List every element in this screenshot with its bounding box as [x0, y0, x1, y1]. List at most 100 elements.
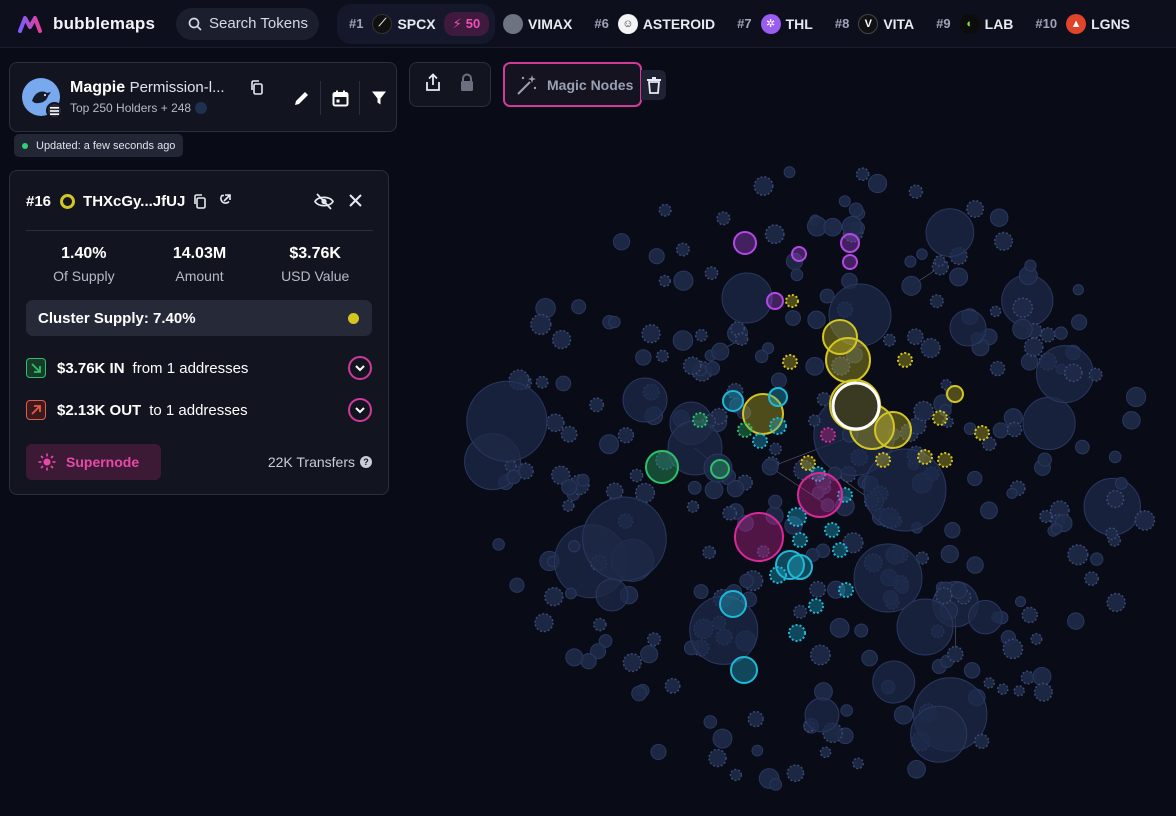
holder-bubble[interactable] — [1105, 527, 1119, 541]
holder-bubble[interactable] — [754, 349, 769, 364]
delete-button[interactable] — [641, 70, 666, 100]
holder-bubble[interactable] — [940, 544, 959, 564]
holder-bubble[interactable] — [809, 580, 827, 598]
holder-bubble[interactable] — [896, 598, 954, 656]
search-tokens-input[interactable]: Search Tokens — [176, 7, 319, 40]
hide-eye-icon[interactable] — [314, 193, 334, 215]
holder-bubble[interactable] — [829, 617, 850, 638]
cluster-bubble[interactable] — [737, 422, 753, 438]
holder-bubble[interactable] — [1115, 477, 1128, 490]
holder-bubble[interactable] — [764, 224, 785, 245]
holder-bubble[interactable] — [793, 604, 808, 619]
holder-bubble[interactable] — [989, 360, 1006, 377]
cluster-bubble[interactable] — [840, 233, 860, 253]
holder-bubble[interactable] — [721, 272, 773, 324]
holder-bubble[interactable] — [1108, 450, 1122, 464]
holder-bubble[interactable] — [867, 173, 888, 194]
cluster-bubble[interactable] — [946, 385, 964, 403]
holder-bubble[interactable] — [848, 202, 864, 218]
holder-bubble[interactable] — [704, 480, 724, 500]
holder-bubble[interactable] — [716, 211, 731, 226]
holder-bubble[interactable] — [819, 746, 832, 759]
cluster-bubble[interactable] — [974, 425, 990, 441]
holder-bubble[interactable] — [504, 459, 517, 472]
holder-bubble[interactable] — [993, 231, 1014, 251]
boost-badge[interactable]: ⚡ 50 — [443, 11, 490, 36]
holder-bubble[interactable] — [711, 342, 730, 361]
trending-item-8[interactable]: #8 V VITA — [835, 13, 914, 34]
holder-bubble[interactable] — [1012, 297, 1034, 318]
cluster-bubble[interactable] — [800, 455, 816, 471]
holder-bubble[interactable] — [933, 254, 946, 267]
holder-bubble[interactable] — [576, 473, 590, 487]
holder-bubble[interactable] — [761, 458, 779, 476]
holder-bubble[interactable] — [551, 329, 572, 350]
holder-bubble[interactable] — [565, 648, 584, 667]
holder-bubble[interactable] — [925, 208, 975, 257]
holder-bubble[interactable] — [631, 685, 648, 702]
cluster-bubble[interactable] — [645, 450, 679, 484]
holder-bubble[interactable] — [608, 315, 621, 329]
cluster-bubble[interactable] — [722, 390, 744, 412]
holder-bubble[interactable] — [1122, 411, 1141, 430]
holder-bubble[interactable] — [622, 377, 668, 423]
cluster-bubble[interactable] — [734, 512, 784, 562]
cluster-bubble[interactable] — [769, 417, 787, 435]
holder-bubble[interactable] — [545, 413, 565, 433]
cluster-supply-row[interactable]: Cluster Supply: 7.40% — [26, 300, 372, 336]
holder-bubble[interactable] — [901, 275, 922, 296]
holder-bubble[interactable] — [648, 248, 665, 265]
trending-item-9[interactable]: #9 ◐ LAB — [936, 13, 1013, 34]
holder-bubble[interactable] — [1071, 314, 1088, 331]
holder-bubble[interactable] — [916, 248, 928, 260]
calendar-button[interactable] — [321, 81, 359, 115]
chevron-down-icon[interactable] — [348, 356, 372, 380]
holder-bubble[interactable] — [686, 500, 700, 513]
holder-bubble[interactable] — [544, 586, 564, 607]
cluster-bubble[interactable] — [824, 522, 840, 538]
holder-bubble[interactable] — [966, 556, 984, 574]
holder-bubble[interactable] — [582, 496, 667, 582]
cluster-bubble[interactable] — [820, 427, 836, 443]
holder-bubble[interactable] — [1054, 326, 1068, 340]
holder-bubble[interactable] — [568, 540, 581, 553]
cluster-bubble[interactable] — [719, 590, 747, 618]
holder-bubble[interactable] — [664, 677, 681, 694]
holder-bubble[interactable] — [612, 233, 631, 251]
cluster-bubble[interactable] — [875, 452, 891, 468]
holder-bubble[interactable] — [595, 578, 629, 612]
holder-bubble[interactable] — [560, 425, 578, 443]
holder-bubble[interactable] — [983, 677, 995, 689]
holder-bubble[interactable] — [769, 442, 782, 456]
holder-bubble[interactable] — [580, 653, 597, 670]
cluster-bubble[interactable] — [937, 452, 953, 468]
holder-bubble[interactable] — [535, 375, 549, 389]
holder-bubble[interactable] — [1013, 685, 1025, 697]
cluster-bubble[interactable] — [791, 246, 807, 262]
trending-item-7[interactable]: #7 ✲ THL — [737, 13, 813, 34]
inflow-row[interactable]: $3.76K IN from 1 addresses — [26, 355, 373, 381]
holder-bubble[interactable] — [966, 200, 985, 218]
holder-bubble[interactable] — [640, 645, 659, 664]
holder-bubble[interactable] — [1033, 682, 1053, 702]
holder-bubble[interactable] — [967, 470, 983, 487]
cluster-bubble[interactable] — [730, 656, 758, 684]
holder-bubble[interactable] — [913, 400, 934, 422]
holder-bubble[interactable] — [783, 166, 796, 179]
holder-bubble[interactable] — [1063, 363, 1083, 383]
holder-bubble[interactable] — [1072, 284, 1084, 296]
holder-bubble[interactable] — [622, 653, 642, 673]
filter-button[interactable] — [360, 81, 398, 115]
holder-bubble[interactable] — [840, 704, 853, 717]
trending-item-10[interactable]: #10 ▲ LGNS — [1035, 13, 1130, 34]
holder-bubble[interactable] — [1030, 632, 1043, 646]
holder-bubble[interactable] — [872, 660, 916, 704]
holder-bubble[interactable] — [963, 422, 977, 435]
holder-bubble[interactable] — [768, 494, 783, 509]
holder-bubble[interactable] — [1090, 552, 1104, 566]
holder-bubble[interactable] — [804, 697, 840, 733]
holder-bubble[interactable] — [1037, 452, 1052, 467]
holder-bubble[interactable] — [1084, 571, 1099, 586]
holder-bubble[interactable] — [805, 356, 825, 376]
holder-bubble[interactable] — [935, 587, 953, 605]
